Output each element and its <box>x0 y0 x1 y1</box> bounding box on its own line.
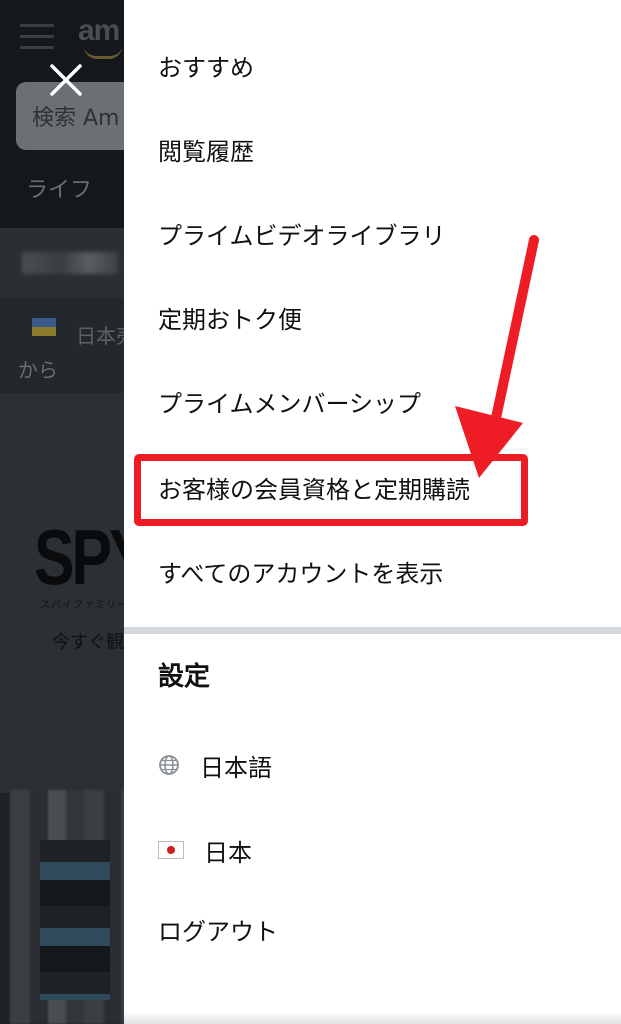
japan-flag-icon <box>158 841 184 859</box>
country-setting[interactable]: 日本 <box>158 822 598 878</box>
section-divider <box>124 627 621 634</box>
close-icon <box>50 64 82 96</box>
ukraine-flag-icon <box>32 318 56 336</box>
promo-text: 今すぐ観 <box>52 632 124 653</box>
menu-item-browsing-history[interactable]: 閲覧履歴 <box>158 122 598 182</box>
globe-icon <box>158 754 180 776</box>
logout-button[interactable]: ログアウト <box>158 902 598 962</box>
amazon-logo: am <box>78 14 120 47</box>
menu-item-prime-membership[interactable]: プライムメンバーシップ <box>158 374 598 434</box>
settings-heading: 設定 <box>158 662 211 692</box>
highlight-box <box>134 454 528 526</box>
language-setting[interactable]: 日本語 <box>158 737 598 793</box>
search-placeholder: 検索 Am <box>32 106 120 131</box>
blurred-address <box>22 252 118 274</box>
nav-link[interactable]: ライフ <box>26 172 92 204</box>
banner-text-2: から <box>18 358 58 382</box>
menu-item-recommendations[interactable]: おすすめ <box>158 38 598 98</box>
language-label: 日本語 <box>200 753 272 782</box>
promo-subtitle: スパイファミリー <box>40 600 128 611</box>
close-button[interactable] <box>44 58 88 102</box>
country-label: 日本 <box>204 838 252 867</box>
screen: am 検索 Am ライフ 日本売 から SPY スパイファミリー 今すぐ観 おす… <box>0 0 621 1024</box>
menu-item-subscribe-and-save[interactable]: 定期おトク便 <box>158 290 598 350</box>
blurred-image-2 <box>40 840 110 1000</box>
hamburger-icon[interactable] <box>20 22 54 52</box>
menu-item-prime-video-library[interactable]: プライムビデオライブラリ <box>158 206 598 266</box>
bottom-shadow <box>124 1012 621 1024</box>
menu-item-view-all-account[interactable]: すべてのアカウントを表示 <box>158 544 598 604</box>
